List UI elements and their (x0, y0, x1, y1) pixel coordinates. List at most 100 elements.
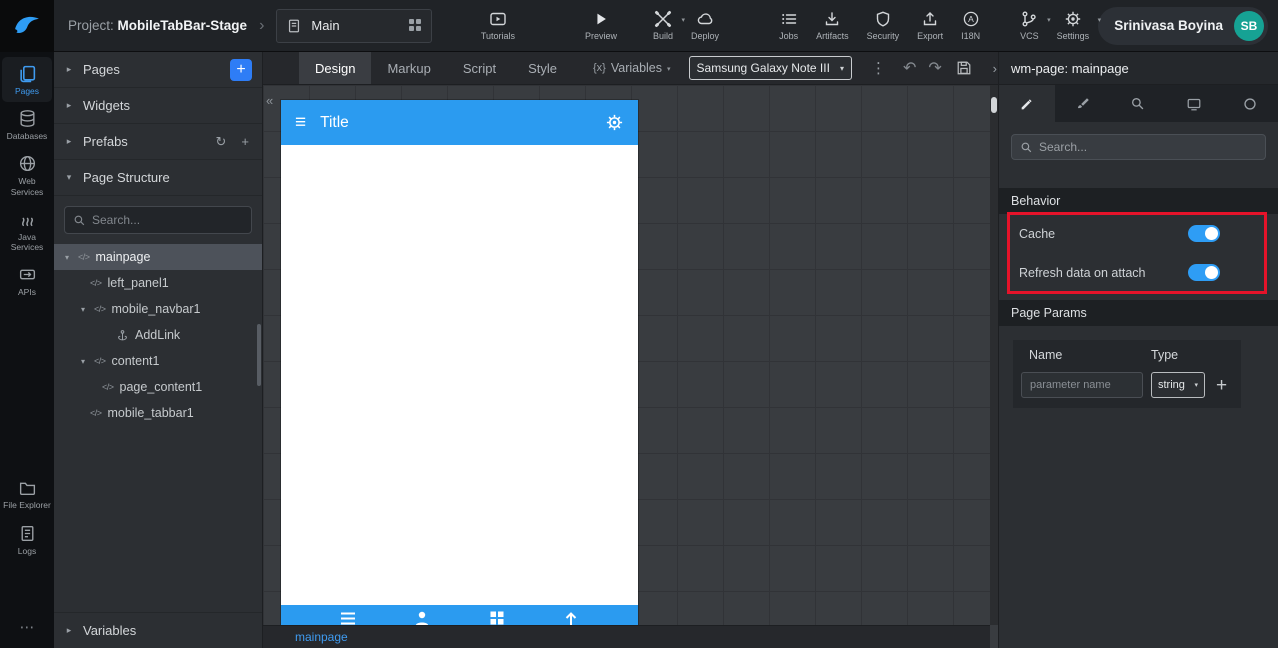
add-prefab-icon[interactable]: + (238, 134, 252, 149)
tab-styles[interactable] (1055, 85, 1111, 122)
tab-state[interactable] (1222, 85, 1278, 122)
action-label: VCS (1020, 31, 1039, 41)
parameter-type-value: string (1158, 379, 1185, 391)
user-name: Srinivasa Boyina (1114, 18, 1223, 33)
action-label: I18N (961, 31, 981, 41)
tutorials-button[interactable]: Tutorials (472, 0, 524, 52)
variables-button[interactable]: {x} Variables ▾ (593, 61, 671, 75)
tree-node-mobile-tabbar1[interactable]: </> mobile_tabbar1 (54, 400, 262, 426)
more-menu-icon[interactable]: ⋮ (866, 59, 891, 77)
top-bar: Project: MobileTabBar-Stage › Main Tutor… (0, 0, 1278, 52)
tab-advanced-search[interactable] (1111, 85, 1167, 122)
selected-widget-label: wm-page: mainpage (1011, 60, 1129, 76)
vcs-button[interactable]: VCS ▾ (1011, 0, 1051, 52)
project-name: MobileTabBar-Stage (117, 18, 248, 33)
rail-item-logs[interactable]: Logs (2, 517, 52, 562)
tab-markup[interactable]: Markup (371, 52, 446, 84)
add-page-button[interactable]: + (230, 58, 252, 81)
artifacts-button[interactable]: Artifacts (807, 0, 858, 52)
undo-icon[interactable]: ↶ (903, 58, 916, 78)
page-params-section-header[interactable]: Page Params (999, 300, 1278, 326)
rail-item-pages[interactable]: Pages (2, 57, 52, 103)
parameter-type-select[interactable]: string ▾ (1151, 372, 1205, 398)
rail-item-file-explorer[interactable]: File Explorer (2, 471, 52, 516)
rail-item-java-services[interactable]: Java Services (2, 203, 52, 258)
tab-design[interactable]: Design (299, 52, 372, 84)
more-options-icon[interactable]: ⋯ (20, 612, 35, 642)
page-params-header-row: Name Type (1013, 340, 1241, 370)
page-structure-search (64, 206, 252, 234)
save-button[interactable] (956, 60, 972, 76)
tree-node-label: AddLink (135, 328, 181, 342)
phone-navbar[interactable]: ≡ Title (281, 100, 638, 145)
tab-properties[interactable] (999, 85, 1055, 122)
section-variables[interactable]: ▸ Variables (54, 612, 262, 648)
tree-node-left-panel1[interactable]: </> left_panel1 (54, 270, 262, 296)
export-button[interactable]: Export (908, 0, 952, 52)
left-panel-scrollbar[interactable] (257, 324, 261, 386)
section-label: Widgets (83, 98, 130, 113)
user-menu[interactable]: Srinivasa Boyina SB (1098, 6, 1268, 45)
section-page-structure[interactable]: ▾ Page Structure (54, 160, 262, 196)
canvas-grid-area[interactable]: « ≡ Title (263, 85, 990, 625)
phone-preview[interactable]: ≡ Title (281, 100, 638, 625)
caret-down-icon[interactable]: ▾ (78, 305, 88, 314)
tree-node-mobile-navbar1[interactable]: ▾ </> mobile_navbar1 (54, 296, 262, 322)
app-logo[interactable] (0, 0, 54, 52)
folder-icon (19, 482, 35, 496)
section-prefabs[interactable]: ▸ Prefabs ↻ + (54, 124, 262, 160)
search-icon (1021, 142, 1032, 152)
i18n-button[interactable]: A I18N (952, 0, 989, 52)
type-column-header: Type (1151, 348, 1179, 362)
scrollbar-thumb[interactable] (991, 97, 997, 113)
rail-item-apis[interactable]: APIs (2, 258, 52, 303)
action-label: Artifacts (816, 31, 849, 41)
caret-down-icon[interactable]: ▾ (62, 253, 72, 262)
refresh-icon[interactable]: ↻ (213, 134, 230, 150)
jobs-button[interactable]: Jobs (770, 0, 807, 52)
build-button[interactable]: Build ▾ (644, 0, 685, 52)
action-label: Security (866, 31, 900, 41)
security-button[interactable]: Security (858, 0, 909, 52)
i18n-language-icon: A (963, 11, 978, 27)
tree-node-page-content1[interactable]: </> page_content1 (54, 374, 262, 400)
deploy-button[interactable]: Deploy (682, 0, 728, 52)
grid-view-icon[interactable] (408, 19, 422, 32)
settings-button[interactable]: Settings ▾ (1048, 0, 1101, 52)
api-icon (19, 269, 35, 280)
tree-node-addlink[interactable]: AddLink (54, 322, 262, 348)
redo-icon[interactable]: ↷ (928, 58, 941, 78)
preview-button[interactable]: Preview (576, 0, 626, 52)
search-input[interactable] (92, 213, 243, 227)
rail-item-databases[interactable]: Databases (2, 102, 52, 147)
properties-search-input[interactable] (1039, 140, 1257, 154)
phone-settings-icon[interactable] (605, 113, 624, 132)
section-pages[interactable]: ▸ Pages + (54, 52, 262, 88)
rail-item-web-services[interactable]: Web Services (2, 147, 52, 202)
cache-property-row: Cache (999, 214, 1278, 253)
caret-down-icon[interactable]: ▾ (78, 357, 88, 366)
phone-tabbar[interactable] (281, 605, 638, 625)
tab-style[interactable]: Style (512, 52, 573, 84)
anchor-icon (118, 329, 127, 340)
page-selector[interactable]: Main (276, 8, 432, 43)
hamburger-menu-icon[interactable]: ≡ (295, 113, 306, 132)
device-select[interactable]: Samsung Galaxy Note III ▾ (688, 56, 852, 80)
tree-node-content1[interactable]: ▾ </> content1 (54, 348, 262, 374)
breadcrumb-mainpage[interactable]: mainpage (295, 630, 348, 644)
section-widgets[interactable]: ▸ Widgets (54, 88, 262, 124)
expand-right-panel-icon[interactable]: › (993, 61, 997, 76)
parameter-name-input[interactable] (1021, 372, 1143, 398)
refresh-data-toggle[interactable] (1188, 264, 1220, 281)
code-icon: </> (94, 356, 106, 366)
add-parameter-button[interactable]: + (1216, 376, 1227, 395)
tab-script[interactable]: Script (447, 52, 512, 84)
canvas-vertical-scrollbar[interactable] (990, 85, 998, 625)
cache-toggle[interactable] (1188, 225, 1220, 242)
svg-text:A: A (968, 14, 974, 24)
collapse-left-panel-icon[interactable]: « (266, 93, 273, 108)
behavior-section-header[interactable]: Behavior (999, 188, 1278, 214)
tab-device[interactable] (1166, 85, 1222, 122)
tree-node-mainpage[interactable]: ▾ </> mainpage (54, 244, 262, 270)
section-label: Prefabs (83, 134, 128, 149)
